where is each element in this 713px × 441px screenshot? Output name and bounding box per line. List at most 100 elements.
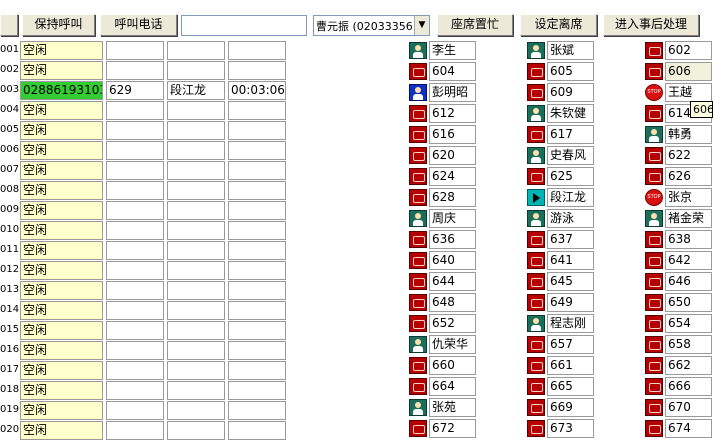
- line-row[interactable]: 017 空闲: [0, 361, 290, 381]
- seat-item[interactable]: 666: [645, 377, 713, 397]
- seat-item[interactable]: 彭明昭: [409, 83, 477, 103]
- seat-item[interactable]: 660: [409, 356, 477, 376]
- wrap-up-button[interactable]: 进入事后处理: [603, 14, 699, 36]
- line-row[interactable]: 001 空闲: [0, 41, 290, 61]
- seat-item[interactable]: 644: [409, 272, 477, 292]
- seat-item[interactable]: 665: [527, 377, 595, 397]
- seat-item[interactable]: 650: [645, 293, 713, 313]
- seat-item[interactable]: 624: [409, 167, 477, 187]
- seat-item[interactable]: 605: [527, 62, 595, 82]
- line-row[interactable]: 016 空闲: [0, 341, 290, 361]
- line-row[interactable]: 004 空闲: [0, 101, 290, 121]
- seat-item[interactable]: 604: [409, 62, 477, 82]
- seat-item[interactable]: 661: [527, 356, 595, 376]
- seat-item[interactable]: 672: [409, 419, 477, 439]
- seat-item[interactable]: 段江龙: [527, 188, 595, 208]
- seat-item[interactable]: 仇荣华: [409, 335, 477, 355]
- seat-item[interactable]: 616: [409, 125, 477, 145]
- line-duration: [228, 261, 286, 280]
- seat-item[interactable]: 638: [645, 230, 713, 250]
- line-row[interactable]: 005 空闲: [0, 121, 290, 141]
- seat-item[interactable]: 641: [527, 251, 595, 271]
- line-agent-name: [167, 381, 225, 400]
- line-extension: [106, 121, 164, 140]
- seat-item[interactable]: 662: [645, 356, 713, 376]
- agent-select[interactable]: 曹元振 (020333560 ▼: [313, 15, 430, 36]
- agent-online-icon: [645, 126, 663, 143]
- line-agent-name: [167, 321, 225, 340]
- line-row[interactable]: 010 空闲: [0, 221, 290, 241]
- line-row[interactable]: 011 空闲: [0, 241, 290, 261]
- seat-item[interactable]: 636: [409, 230, 477, 250]
- seat-item[interactable]: 674: [645, 419, 713, 439]
- line-row[interactable]: 018 空闲: [0, 381, 290, 401]
- seat-item[interactable]: 褚金荣: [645, 209, 713, 229]
- seat-item[interactable]: 673: [527, 419, 595, 439]
- seat-item[interactable]: 645: [527, 272, 595, 292]
- seat-item[interactable]: 617: [527, 125, 595, 145]
- hold-call-button[interactable]: 保持呼叫: [22, 14, 95, 36]
- line-row[interactable]: 003 02886193103 629 段江龙 00:03:06: [0, 81, 290, 101]
- seat-label: 673: [547, 419, 594, 438]
- seat-item[interactable]: 664: [409, 377, 477, 397]
- line-row[interactable]: 020 空闲: [0, 421, 290, 441]
- seat-item[interactable]: 程志刚: [527, 314, 595, 334]
- line-row[interactable]: 006 空闲: [0, 141, 290, 161]
- seat-item[interactable]: 609: [527, 83, 595, 103]
- seat-busy-button[interactable]: 座席置忙: [437, 14, 513, 36]
- dial-button[interactable]: 呼叫电话: [100, 14, 177, 36]
- seat-item[interactable]: 622: [645, 146, 713, 166]
- seat-item[interactable]: 658: [645, 335, 713, 355]
- seat-item[interactable]: 646: [645, 272, 713, 292]
- seat-item[interactable]: 640: [409, 251, 477, 271]
- phone-idle-icon: [409, 105, 427, 122]
- seat-item[interactable]: 625: [527, 167, 595, 187]
- line-row[interactable]: 012 空闲: [0, 261, 290, 281]
- seat-item[interactable]: 657: [527, 335, 595, 355]
- line-row[interactable]: 009 空闲: [0, 201, 290, 221]
- seat-item[interactable]: 669: [527, 398, 595, 418]
- agent-online-icon: [527, 105, 545, 122]
- seat-item[interactable]: 620: [409, 146, 477, 166]
- seat-item[interactable]: 张苑: [409, 398, 477, 418]
- seat-item[interactable]: 韩勇: [645, 125, 713, 145]
- line-agent-name: [167, 121, 225, 140]
- seat-item[interactable]: 652: [409, 314, 477, 334]
- seat-item[interactable]: 张京: [645, 188, 713, 208]
- seat-item[interactable]: 670: [645, 398, 713, 418]
- seat-item[interactable]: 649: [527, 293, 595, 313]
- seat-item[interactable]: 史春风: [527, 146, 595, 166]
- seat-item[interactable]: 628: [409, 188, 477, 208]
- phone-idle-icon: [645, 168, 663, 185]
- seat-item[interactable]: 朱钦健: [527, 104, 595, 124]
- line-row[interactable]: 014 空闲: [0, 301, 290, 321]
- seat-item[interactable]: 654: [645, 314, 713, 334]
- seat-label: 张京: [665, 188, 712, 207]
- seat-item[interactable]: 648: [409, 293, 477, 313]
- line-row[interactable]: 013 空闲: [0, 281, 290, 301]
- seat-item[interactable]: 606: [645, 62, 713, 82]
- seat-item[interactable]: 张斌: [527, 41, 595, 61]
- line-extension: [106, 341, 164, 360]
- toolbar-button-partial[interactable]: [0, 14, 18, 36]
- seat-item[interactable]: 612: [409, 104, 477, 124]
- line-row[interactable]: 002 空闲: [0, 61, 290, 81]
- line-status: 空闲: [20, 301, 103, 320]
- phone-number-input[interactable]: [181, 15, 307, 36]
- seat-item[interactable]: 602: [645, 41, 713, 61]
- seat-item[interactable]: 周庆: [409, 209, 477, 229]
- seat-item[interactable]: 626: [645, 167, 713, 187]
- seat-item[interactable]: 637: [527, 230, 595, 250]
- seat-item[interactable]: 李生: [409, 41, 477, 61]
- seat-item[interactable]: 王越: [645, 83, 713, 103]
- line-row[interactable]: 019 空闲: [0, 401, 290, 421]
- seat-item[interactable]: 游泳: [527, 209, 595, 229]
- line-duration: [228, 221, 286, 240]
- seat-item[interactable]: 642: [645, 251, 713, 271]
- line-status: 空闲: [20, 101, 103, 120]
- line-row[interactable]: 007 空闲: [0, 161, 290, 181]
- set-away-button[interactable]: 设定离席: [520, 14, 597, 36]
- line-row[interactable]: 015 空闲: [0, 321, 290, 341]
- chevron-down-icon[interactable]: ▼: [414, 16, 429, 35]
- line-row[interactable]: 008 空闲: [0, 181, 290, 201]
